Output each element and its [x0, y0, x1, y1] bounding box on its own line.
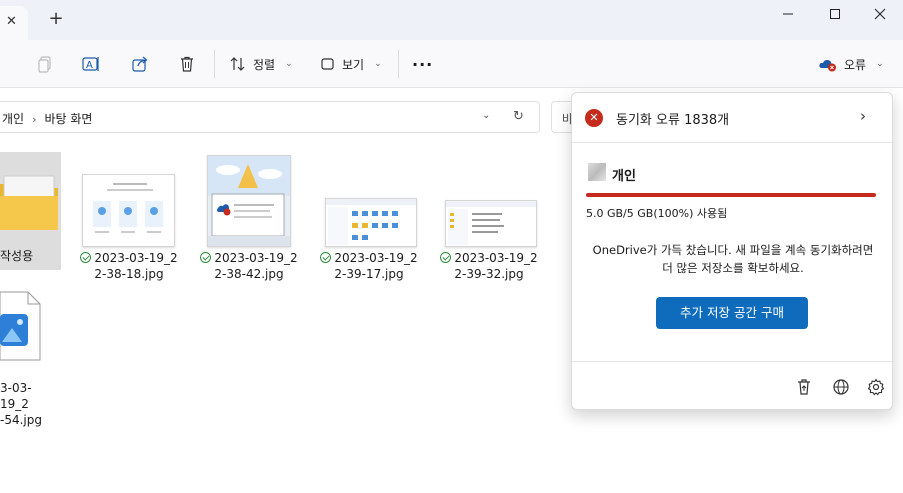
chevron-down-icon: ⌄ [285, 59, 293, 69]
toolbar-divider [398, 50, 399, 78]
file-name[interactable]: 2023-03-19_2 2-38-18.jpg [80, 250, 178, 282]
copy-icon [38, 56, 51, 73]
file-thumbnail[interactable] [325, 198, 417, 247]
breadcrumb-item[interactable]: 개인 [2, 112, 24, 126]
minimize-button[interactable] [765, 0, 811, 28]
rename-icon: A [82, 57, 99, 71]
title-bar: ✕ + [0, 0, 903, 40]
settings-icon [867, 378, 885, 396]
close-window-button[interactable] [857, 0, 903, 28]
maximize-button[interactable] [812, 0, 858, 28]
file-name[interactable]: 2023-03-19_2 2-39-32.jpg [440, 250, 538, 282]
copy-button[interactable] [33, 52, 57, 76]
sync-error-title: 동기화 오류 1838개 [616, 113, 730, 128]
settings-button[interactable] [865, 376, 887, 398]
breadcrumb-separator-icon[interactable]: › [32, 113, 36, 126]
view-label: 보기 [342, 57, 365, 72]
storage-usage-text: 5.0 GB/5 GB(100%) 사용됨 [586, 207, 728, 220]
storage-full-message: OneDrive가 가득 찼습니다. 새 파일을 계속 동기화하려면 더 많은 … [592, 243, 874, 275]
file-name: 작성용 [0, 249, 34, 263]
rename-button[interactable]: A [79, 52, 103, 76]
globe-icon [833, 379, 849, 395]
tab-close-icon[interactable]: ✕ [6, 14, 17, 29]
storage-usage-bar [586, 193, 876, 197]
file-name[interactable]: 2023-03-19_2 2-38-42.jpg [200, 250, 298, 282]
command-bar: A 정렬 ⌄ 보기 ⌄ ··· 오류 ⌄ [0, 40, 903, 88]
view-icon [321, 58, 334, 70]
file-name[interactable]: 3-03-19_2 -54.jpg [0, 380, 60, 428]
file-thumbnail[interactable] [207, 155, 291, 247]
share-icon [132, 56, 148, 72]
screenshot-thumbnail-image [93, 183, 163, 233]
sync-ok-icon [200, 252, 212, 263]
breadcrumb-item[interactable]: 바탕 화면 [45, 112, 93, 126]
address-history-chevron-icon[interactable]: ⌄ [482, 110, 490, 121]
minimize-icon [783, 13, 793, 15]
sort-icon [230, 57, 245, 71]
file-list: 작성용 2023-03-19_2 2-38-18.jpg 2023-03-19_2… [0, 140, 565, 493]
svg-text:A: A [86, 60, 93, 71]
buy-storage-button[interactable]: 추가 저장 공간 구매 [656, 297, 808, 329]
file-name[interactable]: 2023-03-19_2 2-39-17.jpg [320, 250, 418, 282]
sync-ok-icon [440, 252, 452, 263]
onedrive-flyout: ✕ 동기화 오류 1838개 › 개인 5.0 GB/5 GB(100%) 사용… [571, 92, 893, 410]
share-button[interactable] [128, 52, 152, 76]
toolbar-divider [214, 50, 215, 78]
sort-button[interactable]: 정렬 ⌄ [229, 52, 293, 76]
onedrive-error-icon [819, 59, 836, 72]
file-thumbnail[interactable] [82, 174, 175, 247]
recycle-bin-icon [798, 379, 810, 395]
screenshot-thumbnail-image [446, 201, 536, 245]
onedrive-status-label: 오류 [844, 57, 867, 72]
recycle-bin-button[interactable] [793, 376, 815, 398]
screenshot-thumbnail-image [326, 199, 416, 245]
sync-ok-icon [320, 252, 332, 263]
sort-label: 정렬 [253, 57, 276, 72]
refresh-icon[interactable]: ↻ [513, 109, 524, 124]
chevron-right-icon: › [860, 107, 866, 125]
web-view-button[interactable] [830, 376, 852, 398]
chevron-down-icon: ⌄ [876, 59, 884, 69]
sync-ok-icon [80, 252, 92, 263]
screenshot-thumbnail-image [208, 156, 290, 246]
active-tab[interactable]: ✕ [0, 6, 28, 40]
breadcrumb: 개인 › 바탕 화면 [2, 110, 92, 127]
view-button[interactable]: 보기 ⌄ [320, 52, 382, 76]
close-icon [874, 8, 886, 20]
error-icon: ✕ [585, 109, 603, 127]
image-file-icon[interactable] [0, 290, 42, 362]
maximize-icon [830, 9, 840, 19]
more-options-button[interactable]: ··· [412, 52, 433, 76]
delete-icon [181, 56, 193, 72]
account-name: 개인 [612, 169, 636, 184]
account-avatar [588, 163, 606, 181]
sync-error-header[interactable]: ✕ 동기화 오류 1838개 › [572, 93, 892, 143]
folder-icon [0, 175, 58, 230]
chevron-down-icon: ⌄ [374, 59, 382, 69]
onedrive-status-button[interactable]: 오류 ⌄ [818, 52, 884, 76]
flyout-footer [572, 361, 892, 409]
new-tab-button[interactable]: + [46, 9, 66, 29]
delete-button[interactable] [175, 52, 199, 76]
file-thumbnail[interactable] [445, 200, 537, 247]
address-bar[interactable]: 개인 › 바탕 화면 ⌄ ↻ [0, 101, 540, 133]
